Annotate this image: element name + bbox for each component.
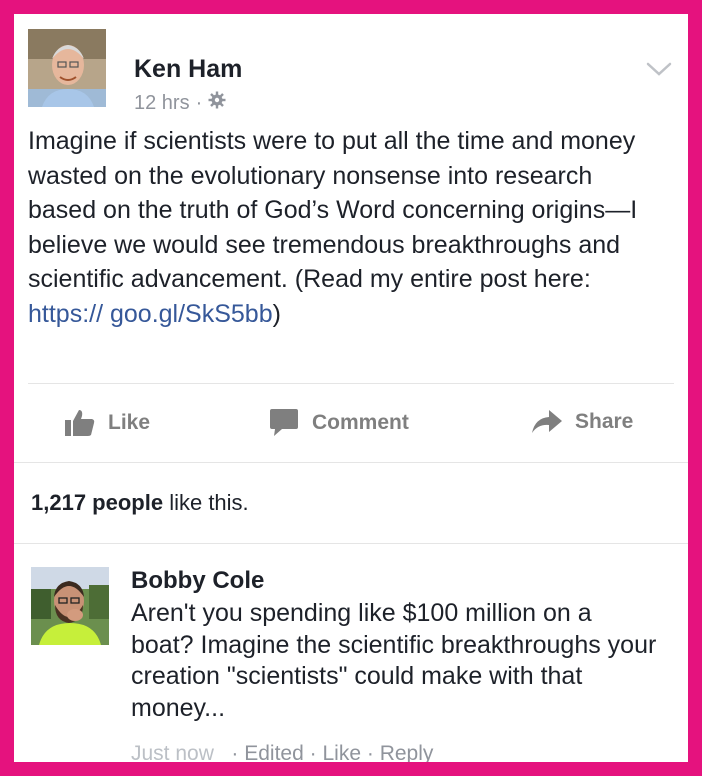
comment-timestamp[interactable]: Just now <box>131 742 214 762</box>
commenter-name[interactable]: Bobby Cole <box>131 567 264 595</box>
comment-reply-button[interactable]: Reply <box>380 742 434 762</box>
meta-separator: · <box>195 91 203 114</box>
author-avatar[interactable] <box>28 29 106 107</box>
divider <box>28 383 674 384</box>
comment-label: Comment <box>312 411 409 434</box>
divider <box>14 462 688 463</box>
post-timestamp[interactable]: 12 hrs <box>134 92 190 115</box>
post-header: Ken Ham 12 hrs · <box>28 29 674 114</box>
action-bar: Like Comment Share <box>14 386 688 462</box>
meta-dot: · <box>366 742 374 762</box>
likes-summary[interactable]: 1,217 people like this. <box>31 490 249 516</box>
meta-dot: · <box>309 742 317 762</box>
comment-like-button[interactable]: Like <box>322 742 361 762</box>
privacy-gear-icon[interactable] <box>208 91 226 115</box>
thumbs-up-icon <box>65 410 95 436</box>
comment-icon <box>270 409 298 436</box>
post-options-chevron-down-icon[interactable] <box>644 59 674 79</box>
post-link[interactable]: https:// goo.gl/SkS5bb <box>28 300 273 328</box>
share-label: Share <box>575 410 634 433</box>
author-name[interactable]: Ken Ham <box>134 55 242 84</box>
share-button[interactable]: Share <box>531 408 633 436</box>
comment-text: Aren't you spending like $100 million on… <box>131 599 657 722</box>
comment-edited-link[interactable]: Edited <box>244 742 304 762</box>
commenter-avatar[interactable] <box>31 567 109 645</box>
post-text: Imagine if scientists were to put all th… <box>28 127 638 328</box>
comment-meta: Just now · Edited · Like · Reply <box>131 742 433 762</box>
post-meta: 12 hrs · <box>134 91 226 115</box>
comment-button[interactable]: Comment <box>268 408 409 438</box>
share-arrow-icon <box>532 410 562 433</box>
like-button[interactable]: Like <box>64 408 150 438</box>
facebook-post-card: Ken Ham 12 hrs · Imagine if scientists w… <box>14 14 688 762</box>
like-label: Like <box>108 411 151 434</box>
divider <box>14 543 688 544</box>
